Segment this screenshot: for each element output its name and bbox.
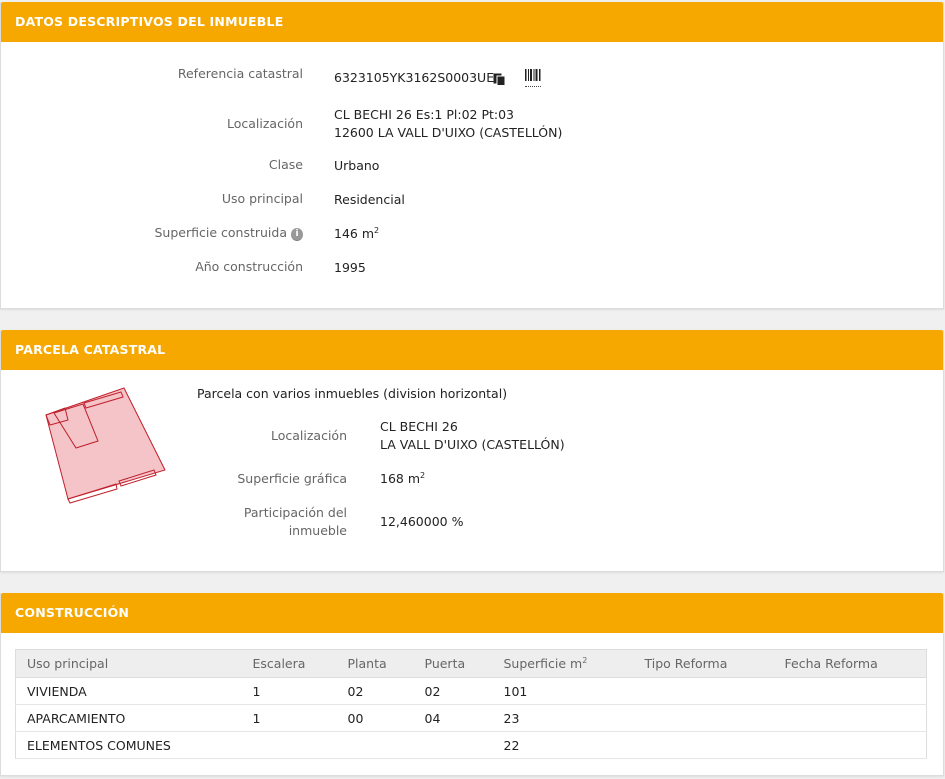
cell-tipo-reforma [633, 677, 774, 705]
cell-escalera [241, 731, 337, 759]
cell-planta: 02 [336, 677, 414, 705]
cell-fecha-reforma [773, 704, 927, 732]
referencia-value: 6323105YK3162S0003UE [334, 70, 495, 85]
superficie-label: Superficie construida [154, 225, 288, 240]
construccion-table: Uso principal Escalera Planta Puerta Sup… [15, 649, 927, 759]
cell-escalera: 1 [241, 677, 337, 705]
parcela-localizacion-label: Localización [270, 428, 347, 443]
col-tipo-reforma: Tipo Reforma [633, 649, 774, 678]
cell-fecha-reforma [773, 731, 927, 759]
parcela-localizacion-line2: LA VALL D'UIXO (CASTELLÓN) [380, 437, 565, 452]
uso-label: Uso principal [221, 191, 303, 206]
cell-superficie: 22 [492, 731, 634, 759]
cell-uso: APARCAMIENTO [15, 704, 242, 732]
cell-uso: ELEMENTOS COMUNES [15, 731, 242, 759]
superficie-value: 146 m [334, 226, 375, 241]
cell-puerta: 04 [413, 704, 493, 732]
uso-value: Residencial [334, 192, 405, 207]
col-superficie: Superficie m [503, 656, 583, 671]
cell-tipo-reforma [633, 731, 774, 759]
superficie-value-wrap: 146 m2 [334, 225, 379, 243]
clase-value: Urbano [334, 158, 380, 173]
participacion-label-line1: Participación del [243, 505, 347, 520]
col-superficie-exp: 2 [582, 656, 588, 665]
cell-puerta: 02 [413, 677, 493, 705]
parcela-localizacion-line1: CL BECHI 26 [380, 419, 458, 434]
cell-superficie: 101 [492, 677, 634, 705]
localizacion-line2: 12600 LA VALL D'UIXO (CASTELLÓN) [334, 125, 563, 140]
table-row: VIVIENDA 1 02 02 101 [15, 677, 927, 705]
participacion-label-line2: inmueble [288, 523, 347, 538]
construccion-panel: CONSTRUCCIÓN Uso principal Escalera Plan… [0, 593, 944, 776]
cell-escalera: 1 [241, 704, 337, 732]
col-uso: Uso principal [15, 649, 242, 678]
parcela-descripcion: Parcela con varios inmuebles (division h… [197, 386, 508, 401]
parcela-superficie-label: Superficie gráfica [237, 471, 347, 486]
anio-label: Año construcción [195, 259, 303, 274]
construccion-header: CONSTRUCCIÓN [1, 593, 943, 633]
copy-icon[interactable] [493, 73, 506, 89]
col-superficie-wrap: Superficie m2 [492, 649, 634, 678]
cell-planta: 00 [336, 704, 414, 732]
anio-value: 1995 [334, 260, 366, 275]
referencia-label: Referencia catastral [177, 66, 303, 81]
participacion-value: 12,460000 % [380, 514, 464, 529]
col-escalera: Escalera [241, 649, 337, 678]
col-puerta: Puerta [413, 649, 493, 678]
barcode-icon[interactable] [525, 69, 541, 87]
datos-descriptivos-header: DATOS DESCRIPTIVOS DEL INMUEBLE [1, 2, 943, 42]
cell-uso: VIVIENDA [15, 677, 242, 705]
parcela-panel: PARCELA CATASTRAL Parcela con varios inm… [0, 330, 944, 572]
parcela-header: PARCELA CATASTRAL [1, 330, 943, 370]
col-fecha-reforma: Fecha Reforma [773, 649, 927, 678]
localizacion-label: Localización [226, 116, 303, 131]
cell-fecha-reforma [773, 677, 927, 705]
cell-superficie: 23 [492, 704, 634, 732]
cell-planta [336, 731, 414, 759]
cell-puerta [413, 731, 493, 759]
datos-descriptivos-panel: DATOS DESCRIPTIVOS DEL INMUEBLE Referenc… [0, 2, 944, 309]
cell-tipo-reforma [633, 704, 774, 732]
parcela-superficie-exp: 2 [420, 471, 426, 480]
superficie-exp: 2 [374, 226, 380, 235]
info-icon[interactable]: i [291, 228, 303, 241]
table-row: APARCAMIENTO 1 00 04 23 [15, 704, 927, 732]
clase-label: Clase [268, 157, 303, 172]
table-header-row: Uso principal Escalera Planta Puerta Sup… [15, 649, 927, 678]
superficie-label-wrap: Superficie construida i [43, 225, 303, 241]
table-row: ELEMENTOS COMUNES 22 [15, 731, 927, 759]
parcela-superficie-value: 168 m [380, 471, 421, 486]
parcela-superficie-wrap: 168 m2 [380, 470, 425, 488]
col-planta: Planta [336, 649, 414, 678]
localizacion-line1: CL BECHI 26 Es:1 Pl:02 Pt:03 [334, 107, 515, 122]
